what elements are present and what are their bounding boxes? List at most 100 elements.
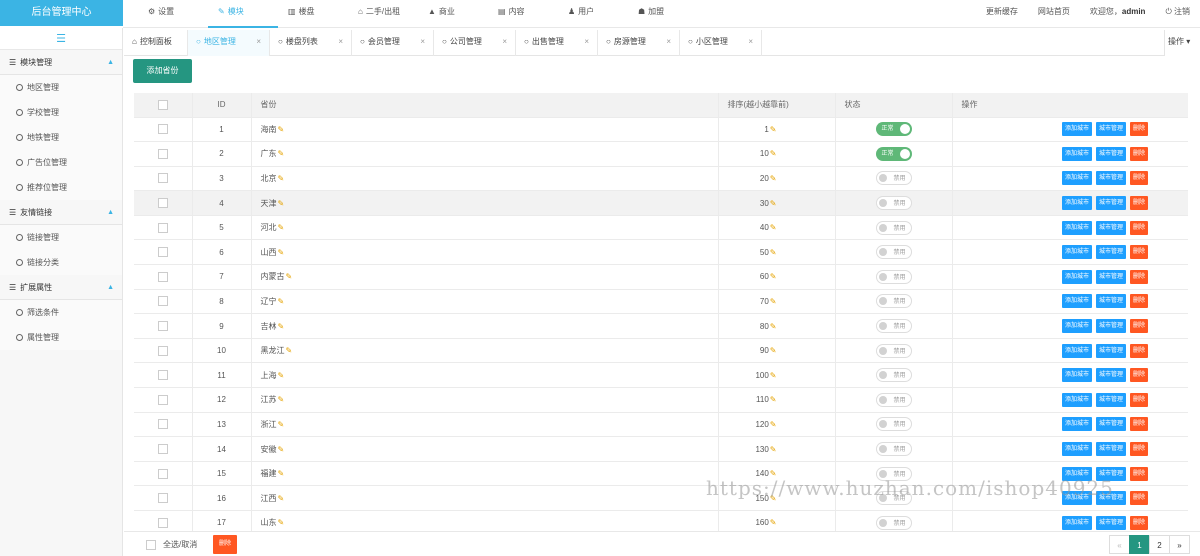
pencil-icon[interactable]: ✎: [770, 518, 777, 527]
row-province-cell[interactable]: 海南✎: [251, 117, 719, 143]
sidebar-item[interactable]: 筛选条件: [0, 300, 122, 325]
row-checkbox[interactable]: [157, 247, 168, 258]
topnav-item-7[interactable]: ☗ 加盟: [628, 0, 698, 28]
add-city-button[interactable]: 添加城市: [1061, 245, 1092, 260]
status-toggle[interactable]: 禁用: [875, 294, 912, 309]
pager-prev[interactable]: «: [1109, 535, 1130, 554]
add-city-button[interactable]: 添加城市: [1061, 343, 1092, 358]
delete-button[interactable]: 删除: [1129, 392, 1148, 407]
row-province-cell[interactable]: 安徽✎: [251, 436, 719, 462]
row-checkbox[interactable]: [157, 468, 168, 479]
welcome-user[interactable]: 欢迎您，admin: [1080, 0, 1156, 28]
tab-4[interactable]: ○ 公司管理 ×: [434, 30, 516, 56]
pencil-icon[interactable]: ✎: [278, 199, 285, 208]
pencil-icon[interactable]: ✎: [770, 371, 777, 380]
row-checkbox[interactable]: [157, 296, 168, 307]
row-sort-cell[interactable]: 130✎: [718, 436, 836, 462]
row-checkbox[interactable]: [157, 345, 168, 356]
add-city-button[interactable]: 添加城市: [1061, 269, 1092, 284]
city-manage-button[interactable]: 城市管理: [1095, 220, 1126, 235]
row-province-cell[interactable]: 江西✎: [251, 485, 719, 511]
city-manage-button[interactable]: 城市管理: [1095, 442, 1126, 457]
city-manage-button[interactable]: 城市管理: [1095, 368, 1126, 383]
add-city-button[interactable]: 添加城市: [1061, 515, 1092, 530]
delete-button[interactable]: 删除: [1129, 515, 1148, 530]
status-toggle[interactable]: 禁用: [875, 417, 912, 432]
topnav-item-6[interactable]: ♟ 用户: [558, 0, 628, 28]
delete-button[interactable]: 删除: [1129, 368, 1148, 383]
status-toggle[interactable]: 正常: [875, 122, 912, 137]
row-checkbox[interactable]: [157, 222, 168, 233]
status-toggle[interactable]: 正常: [875, 146, 912, 161]
status-toggle[interactable]: 禁用: [875, 171, 912, 186]
row-checkbox[interactable]: [157, 493, 168, 504]
pencil-icon[interactable]: ✎: [770, 420, 777, 429]
topnav-item-2[interactable]: ▥ 楼盘: [278, 0, 348, 28]
pager-page-1[interactable]: 1: [1129, 535, 1150, 554]
pencil-icon[interactable]: ✎: [286, 272, 293, 281]
row-sort-cell[interactable]: 110✎: [718, 387, 836, 413]
pencil-icon[interactable]: ✎: [278, 223, 285, 232]
status-toggle[interactable]: 禁用: [875, 196, 912, 211]
pencil-icon[interactable]: ✎: [770, 223, 777, 232]
pencil-icon[interactable]: ✎: [278, 297, 285, 306]
row-sort-cell[interactable]: 80✎: [718, 313, 836, 339]
row-province-cell[interactable]: 江苏✎: [251, 387, 719, 413]
delete-button[interactable]: 删除: [1129, 269, 1148, 284]
close-icon[interactable]: ×: [748, 30, 753, 54]
pencil-icon[interactable]: ✎: [278, 494, 285, 503]
row-sort-cell[interactable]: 90✎: [718, 338, 836, 364]
add-city-button[interactable]: 添加城市: [1061, 442, 1092, 457]
pencil-icon[interactable]: ✎: [770, 395, 777, 404]
delete-button[interactable]: 删除: [1129, 319, 1148, 334]
row-province-cell[interactable]: 山西✎: [251, 239, 719, 266]
row-sort-cell[interactable]: 1✎: [718, 117, 836, 143]
row-province-cell[interactable]: 上海✎: [251, 362, 719, 389]
city-manage-button[interactable]: 城市管理: [1095, 146, 1126, 161]
city-manage-button[interactable]: 城市管理: [1095, 515, 1126, 530]
status-toggle[interactable]: 禁用: [875, 220, 912, 235]
close-icon[interactable]: ×: [502, 30, 507, 54]
pencil-icon[interactable]: ✎: [770, 322, 777, 331]
delete-button[interactable]: 删除: [1129, 122, 1148, 137]
row-checkbox[interactable]: [157, 321, 168, 332]
delete-button[interactable]: 删除: [1129, 343, 1148, 358]
pencil-icon[interactable]: ✎: [770, 346, 777, 355]
sidebar-item[interactable]: 学校管理: [0, 100, 122, 125]
tab-6[interactable]: ○ 房源管理 ×: [598, 30, 680, 56]
sidebar-item[interactable]: 广告位管理: [0, 150, 122, 175]
row-sort-cell[interactable]: 120✎: [718, 412, 836, 438]
sidebar-group-2[interactable]: ☰ 扩展属性 ▲: [0, 275, 122, 300]
row-checkbox[interactable]: [157, 124, 168, 135]
row-checkbox[interactable]: [157, 148, 168, 159]
topnav-item-4[interactable]: ▲ 商业: [418, 0, 488, 28]
tab-1[interactable]: ○ 地区管理 ×: [188, 30, 270, 56]
select-all-checkbox[interactable]: [157, 99, 168, 110]
pencil-icon[interactable]: ✎: [278, 469, 285, 478]
delete-button[interactable]: 删除: [1129, 466, 1148, 481]
row-province-cell[interactable]: 北京✎: [251, 166, 719, 192]
row-checkbox[interactable]: [157, 419, 168, 430]
site-home-link[interactable]: 网站首页: [1028, 0, 1080, 28]
sidebar-item[interactable]: 地区管理: [0, 75, 122, 100]
pencil-icon[interactable]: ✎: [286, 346, 293, 355]
delete-button[interactable]: 删除: [1129, 220, 1148, 235]
row-province-cell[interactable]: 河北✎: [251, 215, 719, 241]
sidebar-group-1[interactable]: ☰ 友情链接 ▲: [0, 200, 122, 225]
status-toggle[interactable]: 禁用: [875, 319, 912, 334]
tab-5[interactable]: ○ 出售管理 ×: [516, 30, 598, 56]
pencil-icon[interactable]: ✎: [278, 445, 285, 454]
pencil-icon[interactable]: ✎: [278, 248, 285, 257]
topnav-item-5[interactable]: ▤ 内容: [488, 0, 558, 28]
pencil-icon[interactable]: ✎: [278, 322, 285, 331]
city-manage-button[interactable]: 城市管理: [1095, 392, 1126, 407]
pencil-icon[interactable]: ✎: [278, 174, 285, 183]
pager-next[interactable]: »: [1169, 535, 1190, 554]
city-manage-button[interactable]: 城市管理: [1095, 319, 1126, 334]
pencil-icon[interactable]: ✎: [278, 125, 285, 134]
delete-button[interactable]: 删除: [1129, 294, 1148, 309]
city-manage-button[interactable]: 城市管理: [1095, 269, 1126, 284]
add-city-button[interactable]: 添加城市: [1061, 319, 1092, 334]
row-province-cell[interactable]: 黑龙江✎: [251, 338, 719, 364]
tab-0[interactable]: ⌂ 控制面板: [124, 30, 188, 56]
